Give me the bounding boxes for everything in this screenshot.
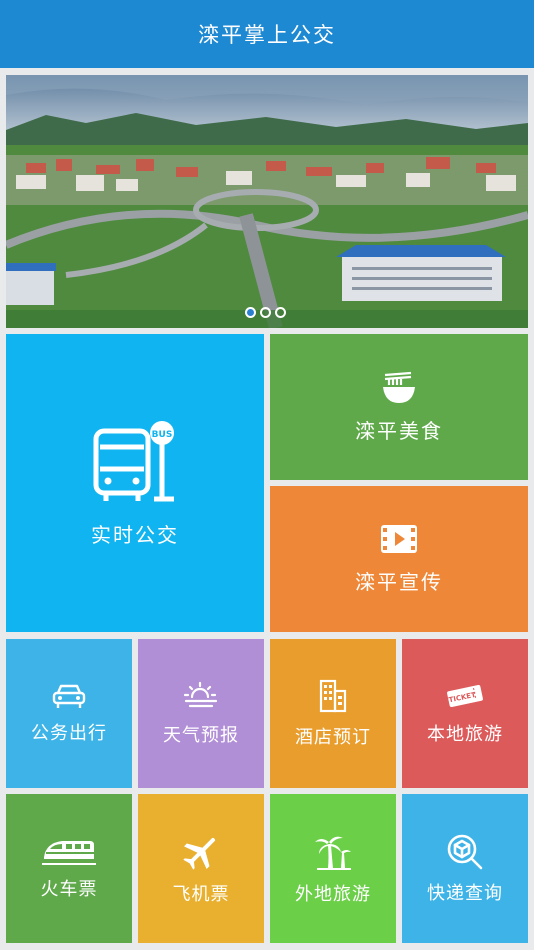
palm-tree-icon (315, 836, 351, 870)
tile-promo-label: 滦平宣传 (355, 569, 443, 594)
tile-flight-label: 飞机票 (172, 883, 230, 905)
app-title: 滦平掌上公交 (198, 23, 336, 47)
tile-food-label: 滦平美食 (355, 418, 443, 443)
tile-express-label: 快递查询 (427, 882, 503, 904)
banner-carousel[interactable] (6, 75, 528, 328)
tile-train[interactable]: 火车票 (6, 794, 132, 943)
carousel-dot-1[interactable] (245, 307, 256, 318)
tile-weather[interactable]: 天气预报 (138, 639, 264, 788)
tile-local-tour[interactable]: TICKET 本地旅游 (402, 639, 528, 788)
tile-food[interactable]: 滦平美食 (270, 334, 528, 480)
tile-official-travel[interactable]: 公务出行 (6, 639, 132, 788)
tile-outer-tour-label: 外地旅游 (295, 883, 371, 905)
tile-hotel-label: 酒店预订 (295, 726, 371, 748)
carousel-indicator (245, 307, 286, 318)
film-play-icon (381, 524, 417, 553)
tile-express[interactable]: 快递查询 (402, 794, 528, 943)
app-header: 滦平掌上公交 (0, 0, 534, 68)
tile-promo[interactable]: 滦平宣传 (270, 486, 528, 632)
ticket-icon: TICKET (447, 684, 483, 707)
banner-landscape-image (6, 75, 528, 328)
bus-stop-icon: BUS (93, 420, 174, 501)
carousel-dot-3[interactable] (275, 307, 286, 318)
tile-weather-label: 天气预报 (163, 724, 239, 746)
car-icon (52, 684, 86, 708)
tile-realtime-bus-label: 实时公交 (91, 522, 179, 547)
tile-realtime-bus[interactable]: BUS 实时公交 (6, 334, 264, 632)
building-icon (319, 679, 347, 712)
train-icon (42, 840, 96, 865)
airplane-icon (183, 837, 216, 870)
carousel-dot-2[interactable] (260, 307, 271, 318)
tile-local-tour-label: 本地旅游 (427, 723, 503, 745)
tile-hotel[interactable]: 酒店预订 (270, 639, 396, 788)
tile-official-travel-label: 公务出行 (31, 722, 107, 744)
tile-train-label: 火车票 (40, 878, 98, 900)
svg-text:BUS: BUS (152, 430, 173, 440)
weather-sun-cloud-icon (183, 681, 218, 707)
package-search-icon (447, 834, 483, 869)
noodle-bowl-icon (383, 371, 415, 403)
tile-outer-tour[interactable]: 外地旅游 (270, 794, 396, 943)
tile-flight[interactable]: 飞机票 (138, 794, 264, 943)
